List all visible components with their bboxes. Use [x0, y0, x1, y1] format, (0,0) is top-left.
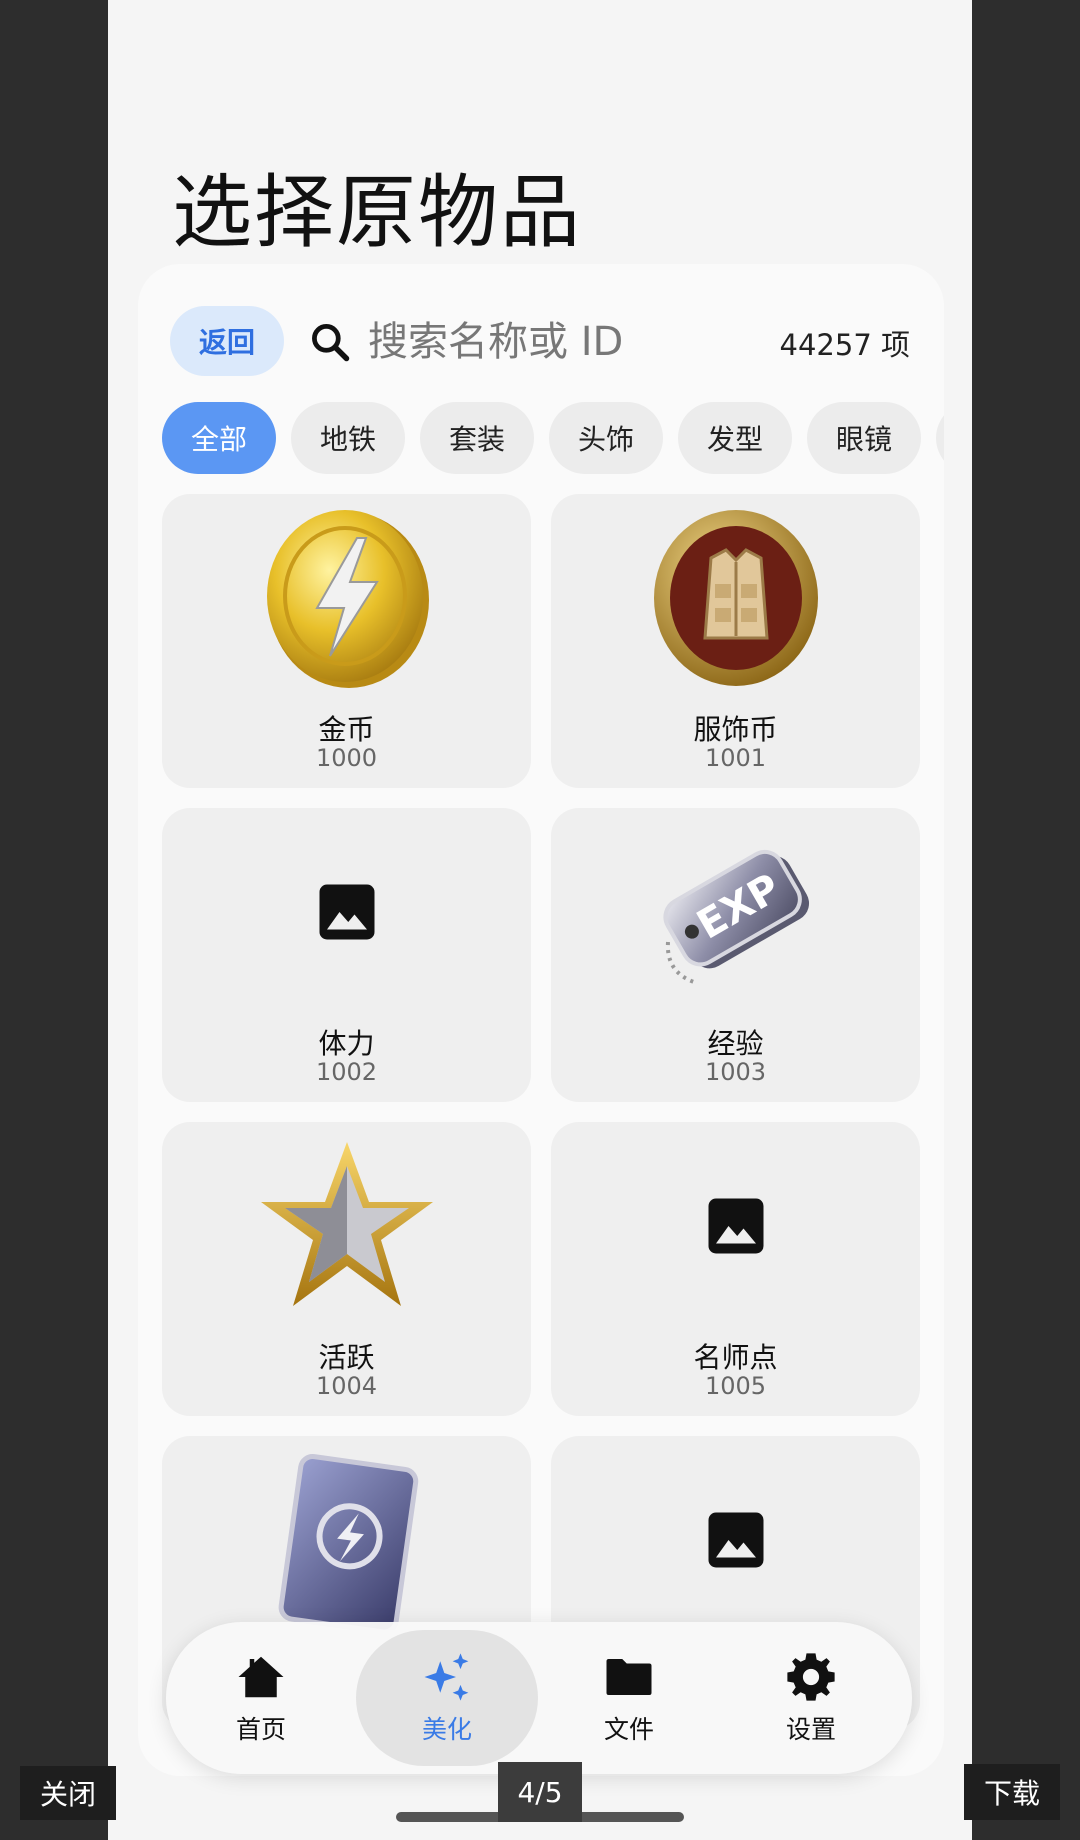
chip-subway[interactable]: 地铁: [291, 402, 405, 474]
item-id: 1003: [704, 1058, 767, 1086]
page-title: 选择原物品: [172, 166, 582, 259]
item-name: 名师点: [693, 1341, 778, 1374]
item-card[interactable]: 服饰币 1001: [551, 494, 920, 788]
category-chips: 全部 地铁 套装 头饰 发型 眼镜: [162, 402, 944, 474]
nav-home[interactable]: 首页: [170, 1630, 352, 1766]
search-input[interactable]: [368, 312, 748, 372]
item-id: 1001: [704, 744, 767, 772]
back-button[interactable]: 返回: [170, 306, 284, 376]
item-card[interactable]: 名师点 1005: [551, 1122, 920, 1416]
costume-coin-icon: [646, 508, 826, 688]
item-card[interactable]: 体力 1002: [162, 808, 531, 1102]
item-name: 体力: [318, 1027, 375, 1060]
home-icon: [238, 1656, 284, 1698]
bottom-nav: 首页 美化 文件 设置: [166, 1622, 912, 1774]
lightspeed-card-icon: [257, 1450, 437, 1630]
chip-glasses[interactable]: 眼镜: [807, 402, 921, 474]
nav-files-label: 文件: [603, 1715, 654, 1744]
toolbar: 返回 44257 项: [138, 264, 944, 404]
gold-star-icon: [257, 1136, 437, 1316]
gold-coin-icon: [257, 508, 437, 688]
folder-icon: [606, 1659, 652, 1695]
nav-files[interactable]: 文件: [538, 1630, 720, 1766]
chip-headwear[interactable]: 头饰: [549, 402, 663, 474]
chip-all[interactable]: 全部: [162, 402, 276, 474]
image-placeholder-icon: [257, 822, 437, 1002]
exp-tag-icon: EXP: [646, 822, 826, 1002]
item-card[interactable]: 活跃 1004: [162, 1122, 531, 1416]
nav-home-label: 首页: [235, 1715, 286, 1744]
item-picker-panel: 返回 44257 项 全部 地铁 套装 头饰 发型 眼镜: [138, 264, 944, 1776]
item-grid: 金币 1000 服饰币 1001 体力 1002 EXP 经验 1003 活跃 …: [162, 494, 920, 1730]
nav-beautify[interactable]: 美化: [356, 1630, 538, 1766]
download-button[interactable]: 下载: [964, 1764, 1060, 1820]
sparkle-icon: [424, 1653, 469, 1701]
item-id: 1000: [315, 744, 378, 772]
item-id: 1002: [315, 1058, 378, 1086]
item-name: 服饰币: [693, 713, 778, 746]
page-indicator: 4/5: [498, 1762, 582, 1822]
close-button[interactable]: 关闭: [20, 1766, 116, 1820]
nav-settings-label: 设置: [785, 1715, 836, 1744]
item-id: 1004: [315, 1372, 378, 1400]
image-placeholder-icon: [646, 1450, 826, 1630]
item-name: 经验: [707, 1027, 764, 1060]
nav-settings[interactable]: 设置: [720, 1630, 902, 1766]
item-name: 金币: [318, 713, 375, 746]
item-card[interactable]: 金币 1000: [162, 494, 531, 788]
app-screen: 选择原物品 返回 44257 项 全部 地铁 套装 头饰 发型 眼镜: [108, 0, 972, 1840]
search-icon: [312, 324, 350, 362]
gear-icon: [787, 1653, 835, 1701]
item-card[interactable]: EXP 经验 1003: [551, 808, 920, 1102]
item-count: 44257 项: [779, 328, 910, 362]
item-id: 1005: [704, 1372, 767, 1400]
chip-outfit[interactable]: 套装: [420, 402, 534, 474]
chip-hairstyle[interactable]: 发型: [678, 402, 792, 474]
nav-beautify-label: 美化: [421, 1715, 472, 1744]
image-placeholder-icon: [646, 1136, 826, 1316]
chip-more[interactable]: [936, 402, 944, 474]
item-name: 活跃: [318, 1341, 375, 1374]
